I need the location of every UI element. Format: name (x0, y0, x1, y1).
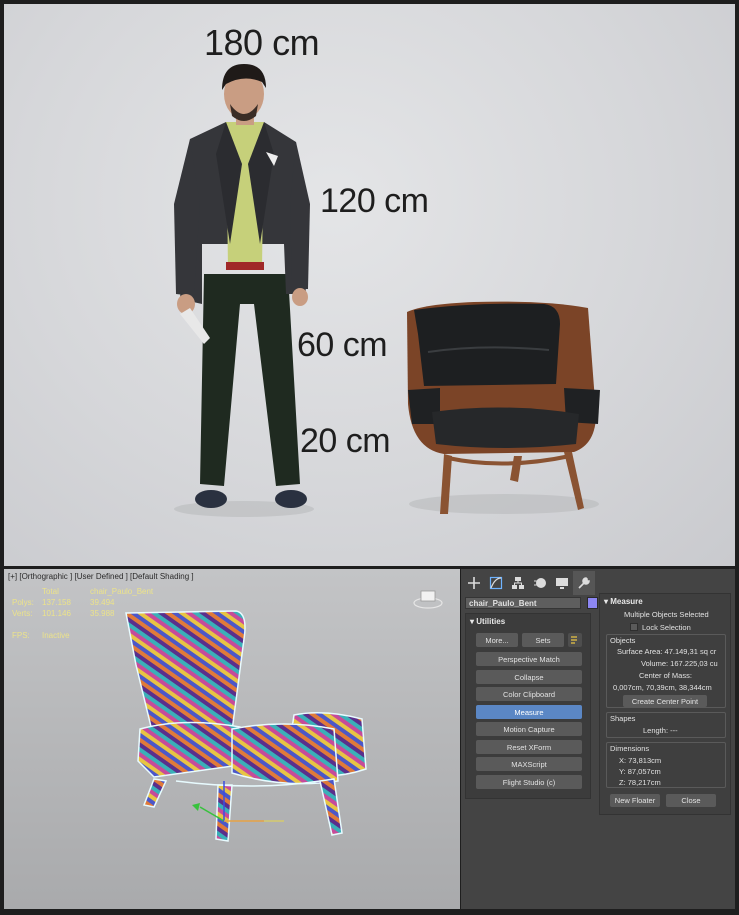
maxscript-button[interactable]: MAXScript (476, 757, 582, 771)
motion-sphere-icon (534, 578, 546, 588)
surface-area-value: Surface Area: 47.149,31 sq cr (617, 647, 717, 656)
wrench-icon (578, 577, 590, 589)
configure-sets-button[interactable] (568, 633, 582, 647)
app-frame: 180 cm 120 cm 60 cm 20 cm [+] [Orthograp… (0, 0, 739, 915)
object-color-swatch[interactable] (587, 597, 598, 609)
shapes-group-title: Shapes (610, 714, 636, 723)
dimension-x-value: X: 73,813cm (619, 756, 662, 765)
center-of-mass-label: Center of Mass: (639, 671, 692, 680)
utilities-title: Utilities (476, 617, 506, 626)
dimension-z-value: Z: 78,217cm (619, 778, 661, 787)
render-scene (174, 64, 600, 517)
checker-chair-model (125, 610, 367, 842)
transform-gizmo[interactable] (192, 781, 284, 822)
motion-capture-button[interactable]: Motion Capture (476, 722, 582, 736)
lock-selection-label: Lock Selection (642, 623, 691, 632)
modify-tab[interactable] (485, 571, 507, 595)
height-label-180: 180 cm (204, 22, 320, 63)
shapes-group: Shapes Length: --- (606, 712, 726, 738)
volume-value: Volume: 167.225,03 cu (641, 659, 718, 668)
objects-group: Objects Surface Area: 47.149,31 sq cr Vo… (606, 634, 726, 708)
monitor-icon (556, 578, 568, 589)
utilities-tab[interactable] (573, 571, 595, 595)
sets-button[interactable]: Sets (522, 633, 564, 647)
perspective-match-button[interactable]: Perspective Match (476, 652, 582, 666)
create-tab[interactable] (463, 571, 485, 595)
dimensions-group: Dimensions X: 73,813cm Y: 87,057cm Z: 78… (606, 742, 726, 788)
modify-curve-icon (489, 576, 503, 590)
utilities-rollout-header[interactable]: ▾ Utilities (470, 617, 505, 626)
measure-button[interactable]: Measure (476, 705, 582, 719)
close-button[interactable]: Close (666, 794, 716, 807)
measure-rollout: ▾ Measure Multiple Objects Selected Lock… (599, 593, 731, 815)
selection-status: Multiple Objects Selected (624, 610, 709, 619)
flight-studio-button[interactable]: Flight Studio (c) (476, 775, 582, 789)
create-center-point-button[interactable]: Create Center Point (623, 695, 707, 707)
shape-length-value: Length: --- (643, 726, 678, 735)
measure-rollout-header[interactable]: ▾ Measure (604, 597, 643, 606)
more-button[interactable]: More... (476, 633, 518, 647)
new-floater-button[interactable]: New Floater (610, 794, 660, 807)
object-name-field[interactable]: chair_Paulo_Bent (465, 597, 581, 609)
command-panel-tabs (463, 571, 595, 595)
color-clipboard-button[interactable]: Color Clipboard (476, 687, 582, 701)
chair-shadow (409, 494, 599, 514)
hierarchy-icon (512, 577, 524, 589)
motion-tab[interactable] (529, 571, 551, 595)
utilities-rollout: ▾ Utilities More... Sets Perspective Mat… (465, 613, 591, 799)
command-panel: chair_Paulo_Bent ▾ Utilities More... Set… (461, 569, 735, 909)
measure-title: Measure (610, 597, 643, 606)
chair-model (407, 301, 600, 514)
render-preview: 180 cm 120 cm 60 cm 20 cm (4, 4, 735, 566)
man-figure (174, 64, 310, 508)
orthographic-viewport[interactable]: [+] [Orthographic ] [User Defined ] [Def… (4, 569, 460, 909)
dimension-y-value: Y: 87,057cm (619, 767, 661, 776)
display-tab[interactable] (551, 571, 573, 595)
height-label-60: 60 cm (297, 326, 388, 364)
lock-selection-checkbox[interactable] (630, 623, 638, 631)
plus-icon (468, 577, 480, 589)
collapse-button[interactable]: Collapse (476, 670, 582, 684)
height-label-120: 120 cm (320, 182, 429, 220)
reset-xform-button[interactable]: Reset XForm (476, 740, 582, 754)
list-config-icon (571, 636, 577, 644)
dimensions-group-title: Dimensions (610, 744, 650, 753)
center-of-mass-value: 0,007cm, 70,39cm, 38,344cm (613, 683, 712, 692)
objects-group-title: Objects (610, 636, 636, 645)
hierarchy-tab[interactable] (507, 571, 529, 595)
height-label-20: 20 cm (300, 422, 391, 460)
